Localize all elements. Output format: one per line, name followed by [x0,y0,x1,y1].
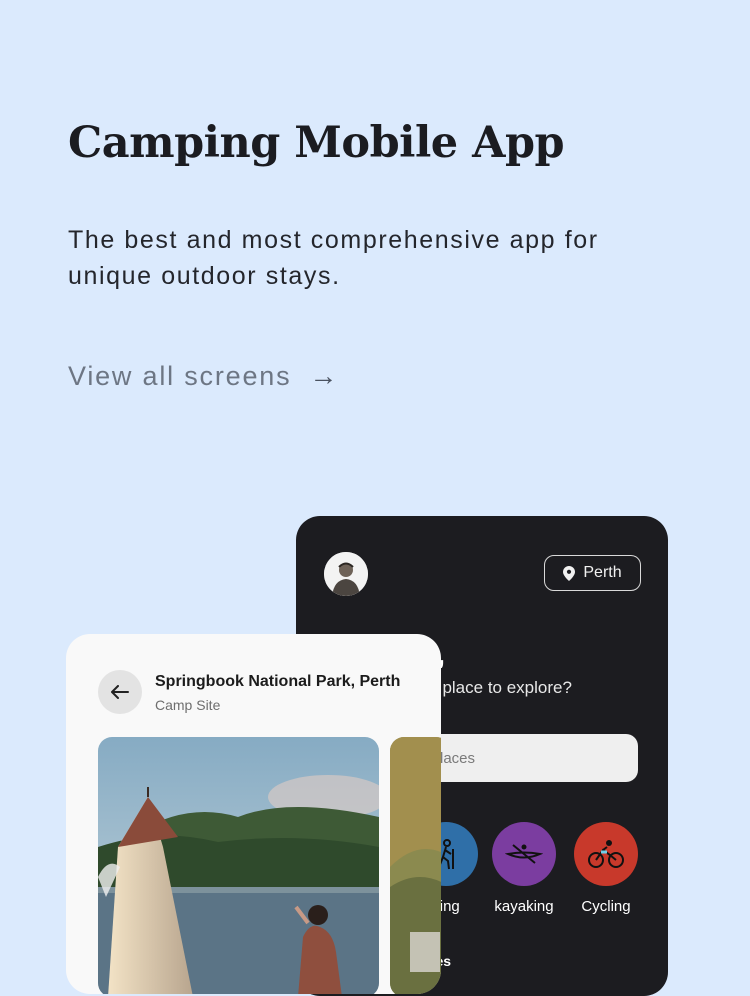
search-input[interactable]: laces [416,734,638,782]
back-button[interactable] [98,670,142,714]
campsite-image-secondary [390,737,441,994]
avatar[interactable] [324,552,368,596]
view-all-screens-label: View all screens [68,360,292,391]
park-name: Springbook National Park, Perth [155,673,401,690]
view-all-screens-link[interactable]: View all screens → [68,360,339,392]
detail-screen-preview: Springbook National Park, Perth Camp Sit… [66,634,441,994]
page-title: Camping Mobile App [68,118,565,168]
page-subtitle: The best and most comprehensive app for … [68,226,599,290]
campsite-image [98,737,379,994]
location-button[interactable]: Perth [544,555,641,591]
arrow-left-icon [111,685,129,699]
category-label: Cycling [581,898,631,915]
campsite-photo-secondary[interactable] [390,737,441,994]
location-label: Perth [583,564,622,581]
arrow-right-icon: → [309,360,340,391]
park-type: Camp Site [155,697,221,713]
campsite-photo[interactable] [98,737,379,994]
search-placeholder: laces [440,749,476,767]
avatar-image [324,552,368,596]
category-kayaking[interactable]: kayaking [484,822,564,915]
kayak-icon [492,822,556,886]
category-label: kayaking [494,898,554,915]
category-cycling[interactable]: Cycling [566,822,646,915]
cycling-icon [574,822,638,886]
location-pin-icon [563,565,576,581]
